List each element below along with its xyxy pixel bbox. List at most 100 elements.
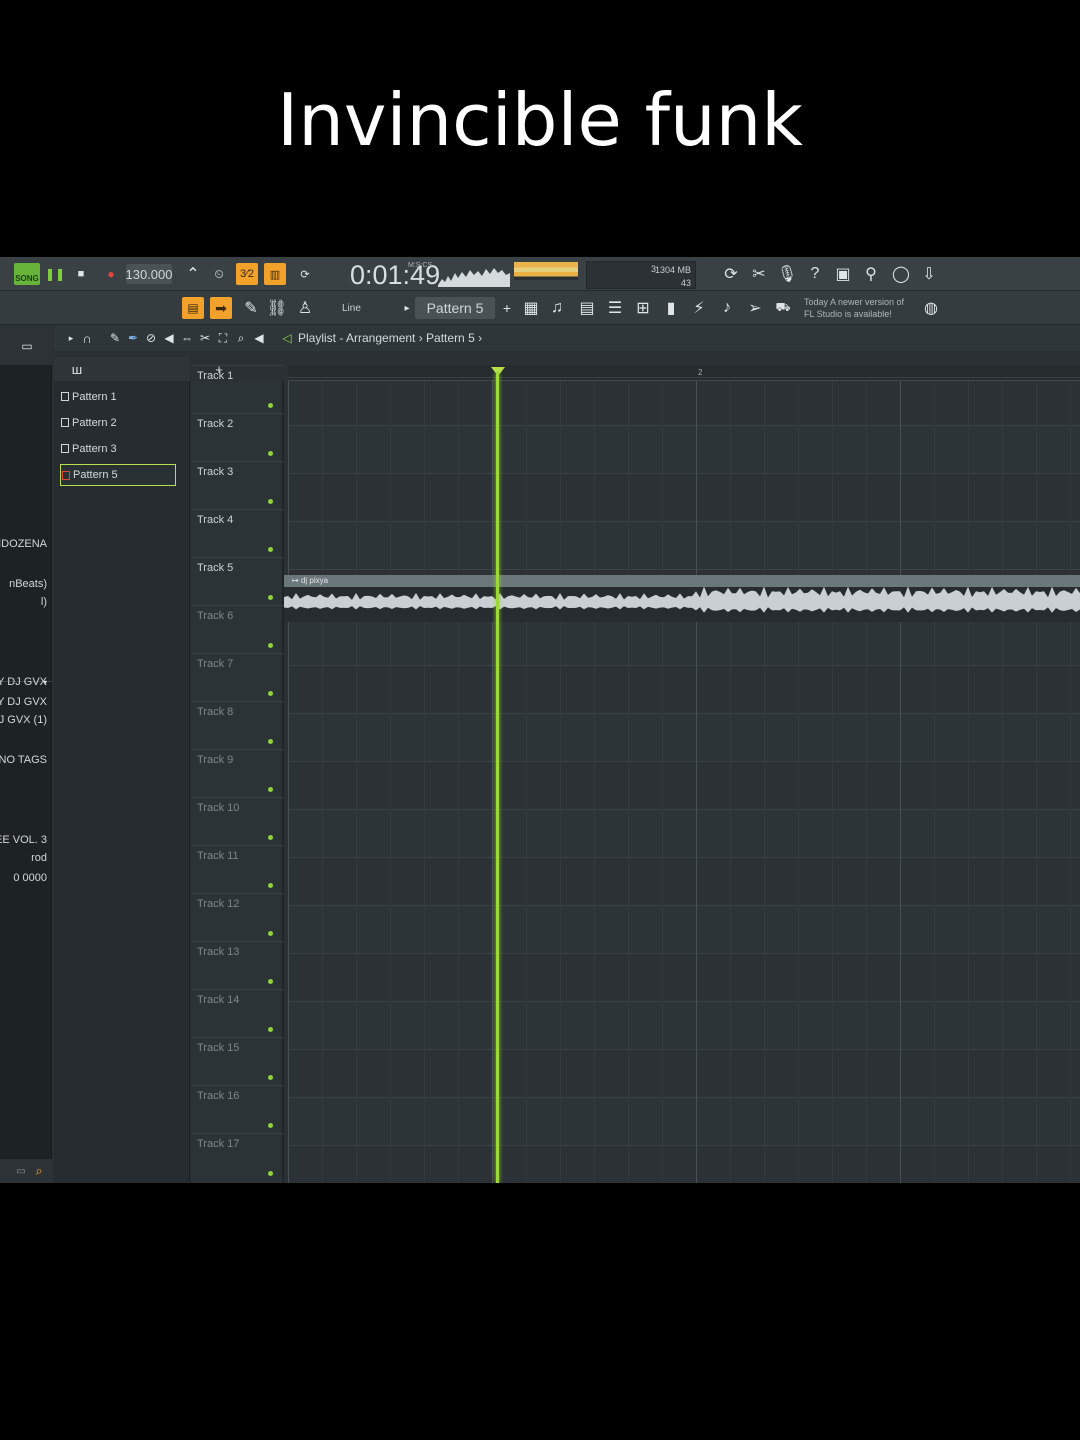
track-header[interactable]: Track 6 (192, 605, 284, 653)
track-header[interactable]: Track 1 (192, 365, 284, 413)
track-header[interactable]: Track 15 (192, 1037, 284, 1085)
playback-tool-icon[interactable]: ◀ (248, 327, 270, 349)
track-enable-led[interactable] (268, 835, 273, 840)
audio-clip[interactable]: ↦ dj pixya (284, 575, 1080, 622)
track-enable-led[interactable] (268, 691, 273, 696)
browser-item[interactable]: 0 0000 (13, 872, 47, 884)
track-enable-led[interactable] (268, 739, 273, 744)
track-header[interactable]: Track 13 (192, 941, 284, 989)
track-enable-led[interactable] (268, 595, 273, 600)
chat-icon[interactable]: ◯ (890, 263, 912, 285)
grid-row[interactable] (288, 1049, 1080, 1097)
send-icon[interactable]: ➢ (744, 297, 766, 319)
grid-row[interactable] (288, 377, 1080, 425)
track-enable-led[interactable] (268, 979, 273, 984)
link-icon[interactable]: ⛓ (266, 297, 288, 319)
track-header[interactable]: Track 12 (192, 893, 284, 941)
track-header[interactable]: Track 3 (192, 461, 284, 509)
search-icon[interactable]: ⌕ (28, 1160, 50, 1182)
grid-row[interactable] (288, 617, 1080, 665)
grid-row[interactable] (288, 713, 1080, 761)
pattern-item[interactable]: Pattern 5 (60, 464, 176, 486)
track-header[interactable]: Track 14 (192, 989, 284, 1037)
globe-icon[interactable]: ◍ (920, 297, 942, 319)
track-enable-led[interactable] (268, 499, 273, 504)
grid-row[interactable] (288, 1001, 1080, 1049)
add-pattern-icon[interactable]: + (496, 297, 518, 319)
grid-row[interactable] (288, 905, 1080, 953)
plug-icon[interactable]: ⚡ (688, 297, 710, 319)
metronome-icon[interactable]: ⌃ (182, 263, 204, 285)
track-header[interactable]: Track 9 (192, 749, 284, 797)
grid-row[interactable] (288, 1145, 1080, 1183)
grid-row[interactable] (288, 857, 1080, 905)
track-enable-led[interactable] (268, 1075, 273, 1080)
track-header[interactable]: Track 2 (192, 413, 284, 461)
track-header[interactable]: Track 17 (192, 1133, 284, 1181)
track-header[interactable]: Track 8 (192, 701, 284, 749)
tempo-tap-icon[interactable]: ♪ (716, 297, 738, 319)
track-enable-led[interactable] (268, 1171, 273, 1176)
browser-icon[interactable]: ⊞ (632, 297, 654, 319)
track-enable-led[interactable] (268, 403, 273, 408)
playlist-tool-icon[interactable]: ▤ (182, 297, 204, 319)
plugin-icon[interactable]: ▮ (660, 297, 682, 319)
pattern-item[interactable]: Pattern 1 (60, 386, 176, 408)
grid-row[interactable] (288, 665, 1080, 713)
pattern-item[interactable]: Pattern 3 (60, 438, 176, 460)
browser-item[interactable]: BY DJ GVX (0, 696, 47, 708)
track-header[interactable]: Track 5 (192, 557, 284, 605)
grid-row[interactable] (288, 953, 1080, 1001)
pause-icon[interactable]: ❚❚ (44, 263, 66, 285)
magnet-icon[interactable]: ∩ (76, 327, 98, 349)
grid-row[interactable] (288, 809, 1080, 857)
track-enable-led[interactable] (268, 547, 273, 552)
cart-icon[interactable]: ⛟ (772, 297, 794, 319)
arrow-icon[interactable]: ➡ (210, 297, 232, 319)
browser-item[interactable]: BY DJ GVX (0, 676, 47, 688)
track-enable-led[interactable] (268, 451, 273, 456)
stamp-icon[interactable]: ♙ (294, 297, 316, 319)
browser-item[interactable]: nBeats) (9, 578, 47, 590)
track-header[interactable]: Track 16 (192, 1085, 284, 1133)
tempo-display[interactable]: 130.000 (126, 264, 173, 284)
countdown-icon[interactable]: 3⁄2 (236, 263, 258, 285)
browser-item[interactable]: l) (41, 596, 47, 608)
loop-record-icon[interactable]: ⟳ (294, 263, 316, 285)
stop-icon[interactable]: ■ (70, 263, 92, 285)
microphone-icon[interactable]: 🎙 (776, 263, 798, 285)
track-enable-led[interactable] (268, 1123, 273, 1128)
help-icon[interactable]: ? (804, 263, 826, 285)
song-mode-button[interactable]: SONG (14, 263, 40, 285)
track-enable-led[interactable] (268, 931, 273, 936)
grid-row[interactable] (288, 761, 1080, 809)
cut-icon[interactable]: ✂ (748, 263, 770, 285)
playhead[interactable] (496, 372, 499, 1183)
pattern-view-icon[interactable]: ш (66, 358, 88, 380)
render-icon[interactable]: ⚲ (860, 263, 882, 285)
channel-rack-icon[interactable]: ▤ (576, 297, 598, 319)
playlist-grid[interactable] (288, 377, 1080, 1183)
refresh-icon[interactable]: ⟳ (720, 263, 742, 285)
track-header[interactable]: Track 7 (192, 653, 284, 701)
step-edit-icon[interactable]: ▥ (264, 263, 286, 285)
browser-item[interactable]: REE VOL. 3 (0, 834, 47, 846)
piano-roll-icon[interactable]: ♫ (546, 297, 568, 319)
download-icon[interactable]: ⇩ (918, 263, 940, 285)
pattern-item[interactable]: Pattern 2 (60, 412, 176, 434)
update-notice[interactable]: Today A newer version of FL Studio is av… (804, 296, 904, 320)
track-enable-led[interactable] (268, 643, 273, 648)
track-header[interactable]: Track 11 (192, 845, 284, 893)
track-enable-led[interactable] (268, 1027, 273, 1032)
pattern-selector[interactable]: Pattern 5 (415, 297, 495, 319)
browser-item[interactable]: X IDOZENA (0, 538, 47, 550)
browser-item[interactable]: ] NO TAGS (0, 754, 47, 766)
track-enable-led[interactable] (268, 787, 273, 792)
grid-row[interactable] (288, 521, 1080, 569)
pencil-tool-icon[interactable]: ✎ (240, 297, 262, 319)
track-enable-led[interactable] (268, 883, 273, 888)
snap-selector[interactable]: Line (322, 298, 392, 318)
mixer-icon[interactable]: ☰ (604, 297, 626, 319)
playlist-window-icon[interactable]: ▦ (520, 297, 542, 319)
browser-item[interactable]: rod (31, 852, 47, 864)
